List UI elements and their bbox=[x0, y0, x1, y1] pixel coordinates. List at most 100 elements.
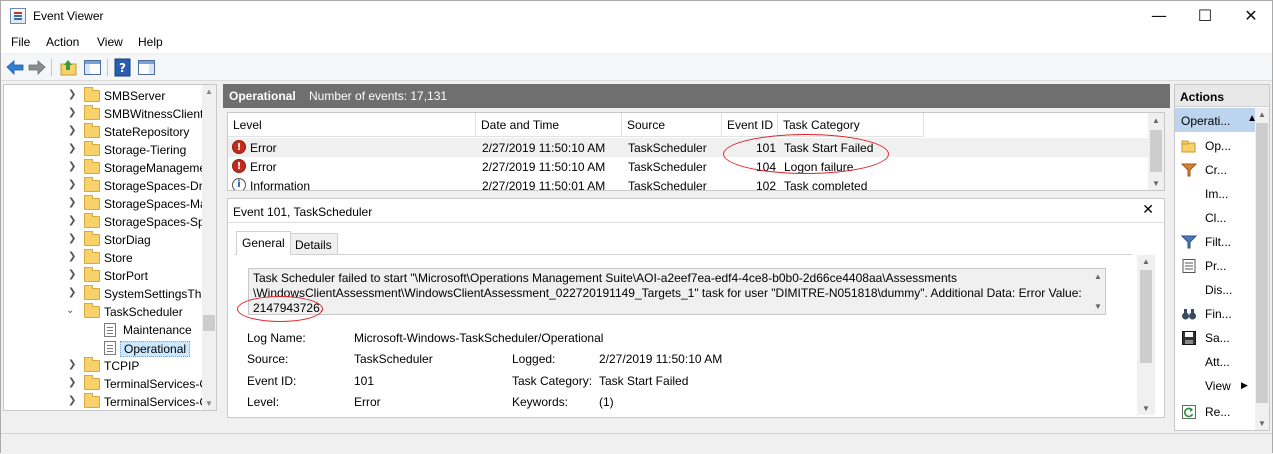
event-message-box[interactable]: Task Scheduler failed to start "\Microso… bbox=[248, 268, 1106, 315]
scroll-down-icon[interactable]: ▼ bbox=[202, 399, 216, 408]
scroll-up-icon[interactable]: ▲ bbox=[202, 87, 216, 96]
tree-item-label: Store bbox=[104, 251, 133, 265]
scroll-up-icon[interactable]: ▲ bbox=[1137, 257, 1155, 266]
menu-action[interactable]: Action bbox=[46, 35, 79, 49]
back-arrow-icon[interactable] bbox=[5, 58, 25, 77]
tree-item[interactable]: ❯ StorPort bbox=[4, 267, 204, 285]
scroll-up-icon[interactable]: ▲ bbox=[1148, 116, 1164, 125]
chevron-right-icon[interactable]: ❯ bbox=[68, 377, 78, 388]
tree-item[interactable]: ❯ SystemSettingsThr bbox=[4, 285, 204, 303]
maximize-button[interactable]: ☐ bbox=[1182, 1, 1228, 31]
action-label: Dis... bbox=[1205, 283, 1233, 297]
table-row[interactable]: i Information 2/27/2019 11:50:01 AM Task… bbox=[228, 176, 1150, 190]
action-label: Pr... bbox=[1205, 259, 1227, 273]
chevron-down-icon[interactable]: ⌄ bbox=[66, 305, 76, 316]
column-header-task-category[interactable]: Task Category bbox=[778, 113, 924, 137]
tree-item-label: Maintenance bbox=[123, 323, 192, 337]
chevron-right-icon[interactable]: ❯ bbox=[68, 395, 78, 406]
tab-general[interactable]: General bbox=[236, 231, 291, 255]
detail-scrollbar[interactable]: ▲ ▼ bbox=[1137, 255, 1155, 415]
event-viewer-window: Event Viewer — ☐ ✕ File Action View Help… bbox=[0, 0, 1273, 454]
tree-item[interactable]: ❯ StateRepository bbox=[4, 123, 204, 141]
menu-file[interactable]: File bbox=[11, 35, 30, 49]
detail-header: Event 101, TaskScheduler ✕ bbox=[228, 199, 1164, 223]
scroll-down-icon[interactable]: ▼ bbox=[1255, 419, 1269, 428]
tree-item[interactable]: ❯ StorageSpaces-Dri bbox=[4, 177, 204, 195]
chevron-right-icon[interactable]: ❯ bbox=[68, 215, 78, 226]
chevron-right-icon[interactable]: ❯ bbox=[68, 233, 78, 244]
scroll-down-icon[interactable]: ▼ bbox=[1137, 404, 1155, 413]
tree-item[interactable]: ❯ StorageManageme bbox=[4, 159, 204, 177]
chevron-right-icon[interactable]: ❯ bbox=[68, 359, 78, 370]
tree-item[interactable]: ❯ TerminalServices-C bbox=[4, 375, 204, 393]
tree-item-maintenance[interactable]: Maintenance bbox=[4, 321, 204, 339]
chevron-right-icon[interactable]: ❯ bbox=[68, 143, 78, 154]
menu-view[interactable]: View bbox=[97, 35, 123, 49]
folder-icon bbox=[84, 159, 100, 174]
message-scrollbar[interactable]: ▲ ▼ bbox=[1091, 269, 1105, 314]
svg-text:?: ? bbox=[119, 61, 126, 75]
tree-item-operational[interactable]: Operational bbox=[4, 339, 204, 357]
detail-scroll-thumb[interactable] bbox=[1140, 270, 1152, 363]
tree-item[interactable]: ❯ TerminalServices-C bbox=[4, 393, 204, 410]
chevron-right-icon[interactable]: ❯ bbox=[68, 107, 78, 118]
chevron-right-icon[interactable]: ❯ bbox=[68, 251, 78, 262]
chevron-right-icon[interactable]: ❯ bbox=[68, 197, 78, 208]
chevron-right-icon[interactable]: ❯ bbox=[68, 287, 78, 298]
cell-source: TaskScheduler bbox=[628, 141, 707, 155]
binoculars-icon bbox=[1181, 306, 1197, 322]
folder-icon bbox=[84, 267, 100, 282]
actions-section-label: Operati... bbox=[1181, 114, 1231, 128]
chevron-right-icon: ▶ bbox=[1241, 380, 1248, 390]
menu-bar: File Action View Help bbox=[1, 31, 1272, 53]
folder-icon bbox=[84, 375, 100, 390]
menu-help[interactable]: Help bbox=[138, 35, 163, 49]
event-id-value: 101 bbox=[354, 374, 375, 388]
tree-item[interactable]: ❯ SMBServer bbox=[4, 87, 204, 105]
tree-item[interactable]: ❯ SMBWitnessClient bbox=[4, 105, 204, 123]
tab-details[interactable]: Details bbox=[289, 233, 338, 255]
column-header-date[interactable]: Date and Time bbox=[476, 113, 622, 137]
help-icon[interactable]: ? bbox=[113, 58, 133, 77]
chevron-right-icon[interactable]: ❯ bbox=[68, 269, 78, 280]
tree-item[interactable]: ❯ Storage-Tiering bbox=[4, 141, 204, 159]
close-button[interactable]: ✕ bbox=[1228, 1, 1273, 31]
scroll-down-icon[interactable]: ▼ bbox=[1091, 302, 1105, 311]
show-hide-action-pane-icon[interactable] bbox=[137, 58, 157, 77]
open-folder-icon bbox=[1181, 138, 1197, 154]
column-header-level[interactable]: Level bbox=[228, 113, 476, 137]
actions-scroll-thumb[interactable] bbox=[1256, 123, 1268, 403]
column-header-event-id[interactable]: Event ID bbox=[722, 113, 778, 137]
filter-icon bbox=[1180, 234, 1198, 250]
forward-arrow-icon[interactable] bbox=[27, 58, 47, 77]
up-folder-icon[interactable] bbox=[59, 58, 79, 77]
table-row[interactable]: ! Error 2/27/2019 11:50:10 AM TaskSchedu… bbox=[228, 157, 1150, 176]
tree-item[interactable]: ❯ TCPIP bbox=[4, 357, 204, 375]
show-hide-console-tree-icon[interactable] bbox=[83, 58, 103, 77]
tree-scrollbar[interactable]: ▲ ▼ bbox=[202, 85, 216, 410]
toolbar: ? bbox=[1, 54, 1272, 81]
chevron-right-icon[interactable]: ❯ bbox=[68, 179, 78, 190]
event-list-scroll-thumb[interactable] bbox=[1150, 130, 1162, 172]
task-category-label: Task Category: bbox=[512, 374, 593, 388]
tree-scroll-thumb[interactable] bbox=[203, 315, 215, 331]
chevron-right-icon[interactable]: ❯ bbox=[68, 125, 78, 136]
chevron-right-icon[interactable]: ❯ bbox=[68, 161, 78, 172]
minimize-button[interactable]: — bbox=[1136, 1, 1182, 31]
tree-item[interactable]: ❯ Store bbox=[4, 249, 204, 267]
close-detail-icon[interactable]: ✕ bbox=[1142, 202, 1154, 218]
scroll-up-icon[interactable]: ▲ bbox=[1091, 272, 1105, 281]
toolbar-separator bbox=[107, 59, 108, 76]
scroll-up-icon[interactable]: ▲ bbox=[1255, 110, 1269, 119]
event-message-line: 2147943726. bbox=[253, 301, 324, 315]
tree-item[interactable]: ❯ StorageSpaces-Spa bbox=[4, 213, 204, 231]
tree-item-taskscheduler[interactable]: ⌄ TaskScheduler bbox=[4, 303, 204, 321]
table-row[interactable]: ! Error 2/27/2019 11:50:10 AM TaskSchedu… bbox=[228, 138, 1150, 157]
tree-item[interactable]: ❯ StorDiag bbox=[4, 231, 204, 249]
chevron-right-icon[interactable]: ❯ bbox=[68, 89, 78, 100]
column-header-source[interactable]: Source bbox=[622, 113, 722, 137]
actions-scrollbar[interactable]: ▲ ▼ bbox=[1255, 108, 1269, 430]
scroll-down-icon[interactable]: ▼ bbox=[1148, 179, 1164, 188]
event-list-scrollbar[interactable]: ▲ ▼ bbox=[1148, 113, 1164, 190]
tree-item[interactable]: ❯ StorageSpaces-Ma bbox=[4, 195, 204, 213]
